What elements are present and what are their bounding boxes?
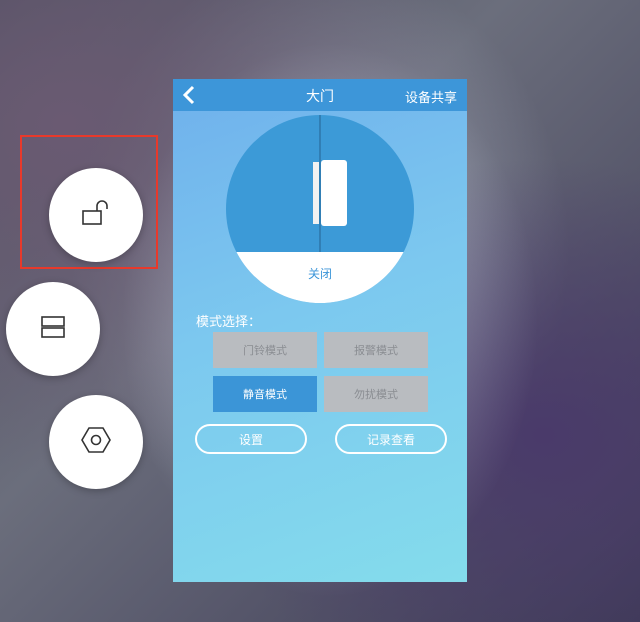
mode-alarm-button[interactable]: 报警模式	[324, 332, 428, 368]
device-screen: 大门 设备共享 关闭 模式选择： 门铃模式 报警模式 静音模式 勿扰模式 设置 …	[173, 79, 467, 582]
layers-button[interactable]	[6, 282, 100, 376]
title-bar: 大门 设备共享	[173, 79, 467, 111]
settings-button[interactable]: 设置	[195, 424, 307, 454]
settings-float-button[interactable]	[49, 395, 143, 489]
device-share-link[interactable]: 设备共享	[405, 87, 457, 106]
door-status-circle: 关闭	[226, 115, 414, 303]
layers-icon	[38, 312, 68, 346]
records-button[interactable]: 记录查看	[335, 424, 447, 454]
mode-silent-button[interactable]: 静音模式	[213, 376, 317, 412]
unlock-button[interactable]	[49, 168, 143, 262]
door-status-text: 关闭	[307, 267, 332, 281]
unlock-icon	[79, 196, 113, 234]
mode-select-label: 模式选择：	[196, 315, 262, 330]
mode-doorbell-button[interactable]: 门铃模式	[213, 332, 317, 368]
mode-dnd-button[interactable]: 勿扰模式	[324, 376, 428, 412]
hexagon-settings-icon	[79, 423, 113, 461]
